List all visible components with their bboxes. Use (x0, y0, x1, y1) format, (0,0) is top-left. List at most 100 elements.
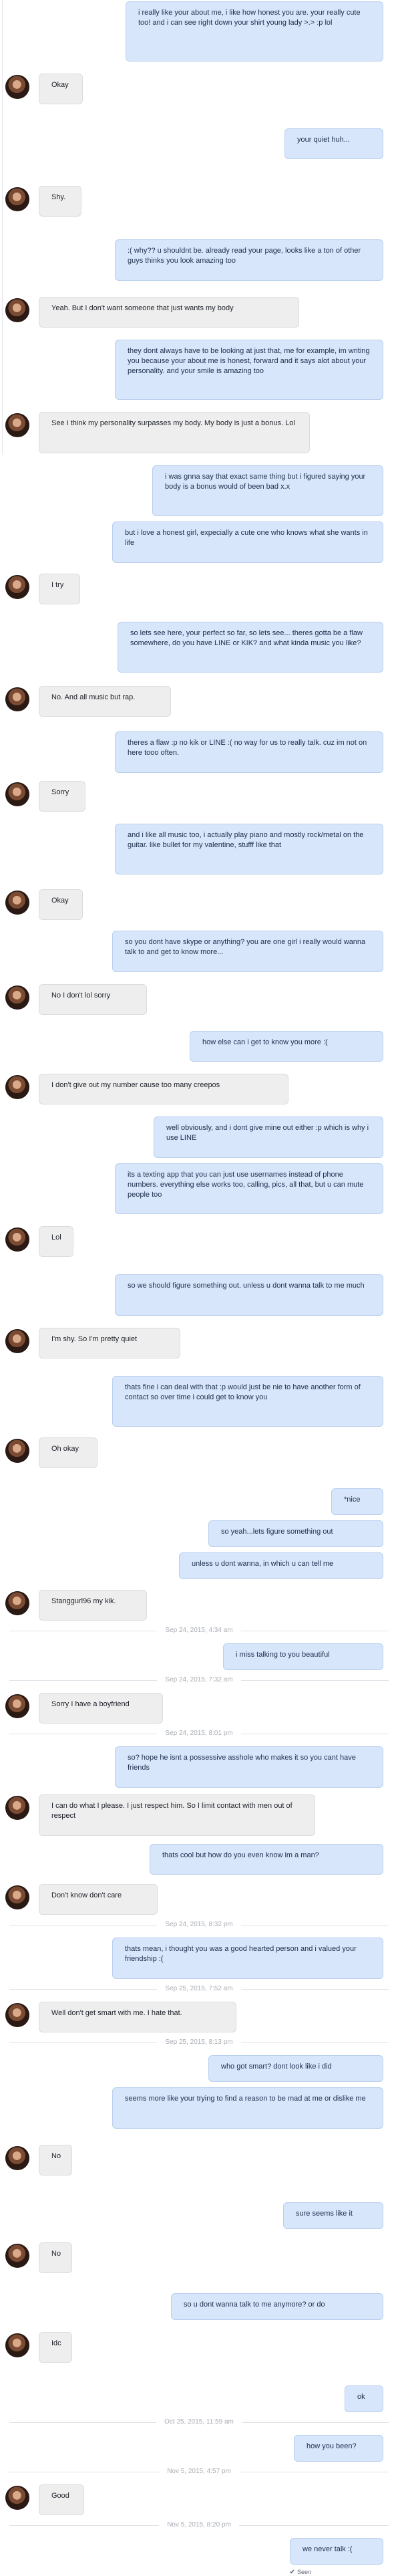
incoming-message-bubble[interactable]: I try (39, 574, 80, 604)
incoming-message-row: Yeah. But I don't want someone that just… (0, 297, 398, 328)
incoming-message-bubble[interactable]: Oh okay (39, 1437, 97, 1468)
avatar[interactable] (5, 413, 29, 437)
outgoing-message-row: they dont always have to be looking at j… (0, 340, 398, 400)
avatar[interactable] (5, 75, 29, 99)
outgoing-message-bubble[interactable]: so lets see here, your perfect so far, s… (118, 622, 383, 673)
outgoing-message-bubble[interactable]: they dont always have to be looking at j… (115, 340, 383, 400)
outgoing-message-bubble[interactable]: how you been? (294, 2435, 383, 2462)
outgoing-message-bubble[interactable]: ok (345, 2385, 383, 2412)
avatar[interactable] (5, 2146, 29, 2170)
incoming-message-bubble[interactable]: I can do what I please. I just respect h… (39, 1794, 315, 1836)
outgoing-message-bubble[interactable]: so yeah...lets figure something out (208, 1520, 383, 1547)
avatar[interactable] (5, 2333, 29, 2357)
outgoing-message-bubble[interactable]: so? hope he isnt a possessive asshole wh… (115, 1746, 383, 1788)
avatar[interactable] (5, 298, 29, 322)
outgoing-message-row: so you dont have skype or anything? you … (0, 931, 398, 972)
avatar[interactable] (5, 1885, 29, 1909)
incoming-message-bubble[interactable]: No (39, 2242, 72, 2273)
outgoing-message-row: how else can i get to know you more :( (0, 1031, 398, 1062)
incoming-message-bubble[interactable]: No (39, 2145, 72, 2176)
outgoing-message-bubble[interactable]: we never talk :( (290, 2538, 383, 2565)
incoming-message-bubble[interactable]: Shy. (39, 186, 81, 217)
incoming-message-bubble[interactable]: Yeah. But I don't want someone that just… (39, 297, 299, 328)
outgoing-message-row: theres a flaw :p no kik or LINE :( no wa… (0, 731, 398, 773)
incoming-message-row: No (0, 2242, 398, 2273)
seen-indicator: ✔ Seen (0, 2569, 398, 2576)
outgoing-message-bubble[interactable]: well obviously, and i dont give mine out… (154, 1117, 383, 1158)
outgoing-message-bubble[interactable]: your quiet huh... (284, 128, 383, 159)
incoming-message-row: Oh okay (0, 1437, 398, 1468)
incoming-message-row: Sorry (0, 781, 398, 812)
outgoing-message-bubble[interactable]: unless u dont wanna, in which u can tell… (179, 1552, 383, 1579)
incoming-message-bubble[interactable]: Sorry I have a boyfriend (39, 1693, 163, 1724)
avatar[interactable] (5, 782, 29, 806)
timestamp-divider: Nov 5, 2015, 8:20 pm (0, 2518, 398, 2534)
outgoing-message-bubble[interactable]: who got smart? dont look like i did (208, 2055, 383, 2082)
avatar[interactable] (5, 2486, 29, 2510)
outgoing-message-bubble[interactable]: so we should figure something out. unles… (115, 1274, 383, 1316)
incoming-message-bubble[interactable]: See I think my personality surpasses my … (39, 412, 310, 453)
incoming-message-bubble[interactable]: Good (39, 2484, 84, 2515)
outgoing-message-bubble[interactable]: its a texting app that you can just use … (115, 1163, 383, 1214)
outgoing-message-bubble[interactable]: thats fine i can deal with that :p would… (112, 1376, 383, 1427)
outgoing-message-bubble[interactable]: thats cool but how do you even know im a… (150, 1844, 383, 1875)
outgoing-message-bubble[interactable]: so u dont wanna talk to me anymore? or d… (171, 2293, 383, 2320)
timestamp-divider: Oct 25, 2015, 11:59 am (0, 2415, 398, 2431)
outgoing-message-bubble[interactable]: i miss talking to you beautiful (223, 1643, 383, 1670)
incoming-message-row: Okay (0, 74, 398, 104)
incoming-message-row: Stanggurl96 my kik. (0, 1590, 398, 1621)
incoming-message-bubble[interactable]: I'm shy. So I'm pretty quiet (39, 1328, 180, 1359)
outgoing-message-bubble[interactable]: how else can i get to know you more :( (190, 1031, 383, 1062)
avatar[interactable] (5, 1694, 29, 1718)
outgoing-message-row: so yeah...lets figure something out (0, 1520, 398, 1547)
incoming-message-bubble[interactable]: Stanggurl96 my kik. (39, 1590, 147, 1621)
incoming-message-bubble[interactable]: No I don't lol sorry (39, 984, 147, 1015)
incoming-message-bubble[interactable]: I don't give out my number cause too man… (39, 1074, 288, 1104)
avatar[interactable] (5, 2003, 29, 2027)
avatar[interactable] (5, 575, 29, 599)
timestamp-text: Sep 24, 2015, 8:01 pm (157, 1730, 241, 1737)
avatar[interactable] (5, 1329, 29, 1353)
outgoing-message-bubble[interactable]: i really like your about me, i like how … (126, 1, 383, 62)
incoming-message-bubble[interactable]: Sorry (39, 781, 85, 812)
avatar[interactable] (5, 2244, 29, 2268)
outgoing-message-bubble[interactable]: theres a flaw :p no kik or LINE :( no wa… (115, 731, 383, 773)
incoming-message-bubble[interactable]: No. And all music but rap. (39, 686, 171, 717)
incoming-message-row: No I don't lol sorry (0, 984, 398, 1015)
outgoing-message-bubble[interactable]: :( why?? u shouldnt be. already read you… (115, 239, 383, 281)
outgoing-message-row: sure seems like it (0, 2202, 398, 2229)
avatar[interactable] (5, 1075, 29, 1099)
incoming-message-bubble[interactable]: Lol (39, 1226, 73, 1257)
outgoing-message-row: well obviously, and i dont give mine out… (0, 1117, 398, 1158)
outgoing-message-row: so u dont wanna talk to me anymore? or d… (0, 2293, 398, 2320)
timestamp-divider: Sep 24, 2015, 4:34 am (0, 1623, 398, 1639)
outgoing-message-bubble[interactable]: so you dont have skype or anything? you … (112, 931, 383, 972)
incoming-message-row: Lol (0, 1226, 398, 1257)
outgoing-message-row: i miss talking to you beautiful (0, 1643, 398, 1670)
outgoing-message-bubble[interactable]: *nice (331, 1488, 383, 1515)
outgoing-message-bubble[interactable]: i was gnna say that exact same thing but… (152, 465, 383, 516)
outgoing-message-bubble[interactable]: and i like all music too, i actually pla… (115, 824, 383, 874)
outgoing-message-bubble[interactable]: but i love a honest girl, expecially a c… (112, 521, 383, 563)
avatar[interactable] (5, 687, 29, 711)
avatar[interactable] (5, 1591, 29, 1615)
avatar[interactable] (5, 985, 29, 1010)
incoming-message-bubble[interactable]: Idc (39, 2332, 72, 2363)
avatar[interactable] (5, 187, 29, 211)
outgoing-message-bubble[interactable]: seems more like your trying to find a re… (112, 2087, 383, 2129)
avatar[interactable] (5, 891, 29, 915)
incoming-message-row: Well don't get smart with me. I hate tha… (0, 2002, 398, 2032)
outgoing-message-bubble[interactable]: thats mean, i thought you was a good hea… (112, 1938, 383, 1979)
outgoing-message-row: but i love a honest girl, expecially a c… (0, 521, 398, 563)
avatar[interactable] (5, 1439, 29, 1463)
outgoing-message-bubble[interactable]: sure seems like it (283, 2202, 383, 2229)
avatar[interactable] (5, 1227, 29, 1252)
incoming-message-row: No (0, 2145, 398, 2176)
incoming-message-bubble[interactable]: Okay (39, 889, 83, 920)
timestamp-divider: Sep 24, 2015, 8:32 pm (0, 1917, 398, 1934)
incoming-message-bubble[interactable]: Well don't get smart with me. I hate tha… (39, 2002, 236, 2032)
incoming-message-bubble[interactable]: Okay (39, 74, 83, 104)
avatar[interactable] (5, 1796, 29, 1820)
incoming-message-bubble[interactable]: Don't know don't care (39, 1884, 158, 1915)
outgoing-message-row: thats fine i can deal with that :p would… (0, 1376, 398, 1427)
